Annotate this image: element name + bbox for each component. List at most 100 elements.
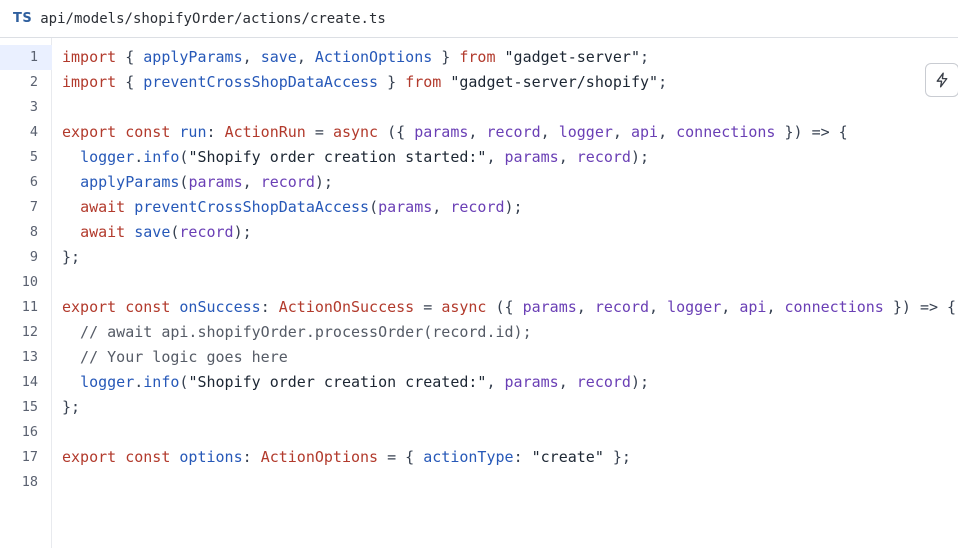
- line-number: 15: [21, 399, 38, 415]
- comment-token: // await api.shopifyOrder.processOrder(r…: [62, 323, 532, 341]
- punctuation-token: [62, 148, 80, 166]
- punctuation-token: ({: [378, 123, 415, 141]
- line-number: 14: [21, 374, 38, 390]
- code-line[interactable]: 8 await save(record);: [0, 220, 958, 245]
- keyword-token: from: [459, 48, 496, 66]
- line-content: await preventCrossShopDataAccess(params,…: [62, 195, 523, 220]
- punctuation-token: [116, 123, 125, 141]
- line-number: 6: [29, 174, 38, 190]
- code-line[interactable]: 18: [0, 470, 958, 495]
- function-token: options: [179, 448, 243, 466]
- code-line[interactable]: 10: [0, 270, 958, 295]
- punctuation-token: }: [432, 48, 460, 66]
- identifier-token: record: [260, 173, 315, 191]
- identifier-token: record: [576, 373, 631, 391]
- type-token: ActionOptions: [260, 448, 379, 466]
- code-line[interactable]: 6 applyParams(params, record);: [0, 170, 958, 195]
- function-token: run: [179, 123, 207, 141]
- code-line[interactable]: 16: [0, 420, 958, 445]
- punctuation-token: );: [233, 223, 252, 241]
- function-token: preventCrossShopDataAccess: [143, 73, 379, 91]
- code-line[interactable]: 9};: [0, 245, 958, 270]
- line-content: // await api.shopifyOrder.processOrder(r…: [62, 320, 532, 345]
- function-token: ActionOptions: [314, 48, 433, 66]
- line-content: };: [62, 245, 80, 270]
- punctuation-token: ,: [649, 298, 668, 316]
- line-number: 7: [29, 199, 38, 215]
- identifier-token: params: [414, 123, 469, 141]
- punctuation-token: :: [513, 448, 532, 466]
- string-token: "Shopify order creation started:": [188, 148, 487, 166]
- code-line[interactable]: 15};: [0, 395, 958, 420]
- identifier-token: connections: [676, 123, 776, 141]
- identifier-token: record: [576, 148, 631, 166]
- string-token: "Shopify order creation created:": [188, 373, 487, 391]
- code-line[interactable]: 14 logger.info("Shopify order creation c…: [0, 370, 958, 395]
- file-header: TS api/models/shopifyOrder/actions/creat…: [0, 0, 958, 38]
- function-token: save: [134, 223, 171, 241]
- line-number: 12: [21, 324, 38, 340]
- punctuation-token: ,: [612, 123, 631, 141]
- function-token: applyParams: [143, 48, 243, 66]
- line-number: 1: [29, 49, 38, 65]
- function-token: logger: [80, 148, 135, 166]
- code-line[interactable]: 2 import { preventCrossShopDataAccess } f…: [0, 70, 958, 95]
- punctuation-token: );: [630, 373, 650, 391]
- punctuation-token: ,: [540, 123, 559, 141]
- function-token: onSuccess: [179, 298, 261, 316]
- punctuation-token: [62, 373, 80, 391]
- line-content: import { preventCrossShopDataAccess } fr…: [62, 70, 667, 95]
- identifier-token: connections: [784, 298, 884, 316]
- identifier-token: api: [739, 298, 767, 316]
- punctuation-token: };: [603, 448, 631, 466]
- code-area[interactable]: 1 import { applyParams, save, ActionOptio…: [0, 45, 958, 495]
- lightning-icon: [934, 72, 950, 88]
- punctuation-token: ,: [558, 148, 577, 166]
- punctuation-token: ,: [296, 48, 315, 66]
- lightning-action-button[interactable]: [925, 63, 958, 97]
- comment-token: // Your logic goes here: [62, 348, 288, 366]
- string-token: "gadget-server": [504, 48, 640, 66]
- line-content: export const onSuccess: ActionOnSuccess …: [62, 295, 956, 320]
- keyword-token: await: [80, 223, 126, 241]
- type-token: ActionRun: [224, 123, 306, 141]
- code-line[interactable]: 17 export const options: ActionOptions = …: [0, 445, 958, 470]
- line-number: 16: [21, 424, 38, 440]
- function-token: info: [143, 148, 180, 166]
- code-line[interactable]: 4 export const run: ActionRun = async ({ …: [0, 120, 958, 145]
- punctuation-token: };: [62, 248, 81, 266]
- line-number: 9: [29, 249, 38, 265]
- punctuation-token: ,: [766, 298, 785, 316]
- punctuation-token: ,: [242, 173, 261, 191]
- punctuation-token: [116, 298, 125, 316]
- code-line[interactable]: 1 import { applyParams, save, ActionOptio…: [0, 45, 958, 70]
- code-line[interactable]: 11 export const onSuccess: ActionOnSucces…: [0, 295, 958, 320]
- function-token: preventCrossShopDataAccess: [134, 198, 370, 216]
- keyword-token: const: [125, 298, 171, 316]
- punctuation-token: ;: [640, 48, 650, 66]
- line-content: logger.info("Shopify order creation crea…: [62, 370, 649, 395]
- punctuation-token: =: [414, 298, 442, 316]
- code-line[interactable]: 7 await preventCrossShopDataAccess(param…: [0, 195, 958, 220]
- code-line[interactable]: 3: [0, 95, 958, 120]
- identifier-token: params: [188, 173, 243, 191]
- line-number: 18: [21, 474, 38, 490]
- punctuation-token: [62, 173, 80, 191]
- punctuation-token: );: [314, 173, 333, 191]
- punctuation-token: = {: [378, 448, 424, 466]
- punctuation-token: [62, 223, 80, 241]
- punctuation-token: }) => {: [775, 123, 848, 141]
- line-content: };: [62, 395, 80, 420]
- code-line[interactable]: 5 logger.info("Shopify order creation st…: [0, 145, 958, 170]
- keyword-token: from: [405, 73, 442, 91]
- keyword-token: async: [441, 298, 487, 316]
- code-line[interactable]: 13 // Your logic goes here: [0, 345, 958, 370]
- punctuation-token: (: [369, 198, 379, 216]
- type-token: ActionOnSuccess: [278, 298, 415, 316]
- keyword-token: export: [62, 298, 117, 316]
- identifier-token: logger: [558, 123, 613, 141]
- line-number: 8: [29, 224, 38, 240]
- code-line[interactable]: 12 // await api.shopifyOrder.processOrde…: [0, 320, 958, 345]
- keyword-token: async: [332, 123, 379, 141]
- function-token: logger: [80, 373, 135, 391]
